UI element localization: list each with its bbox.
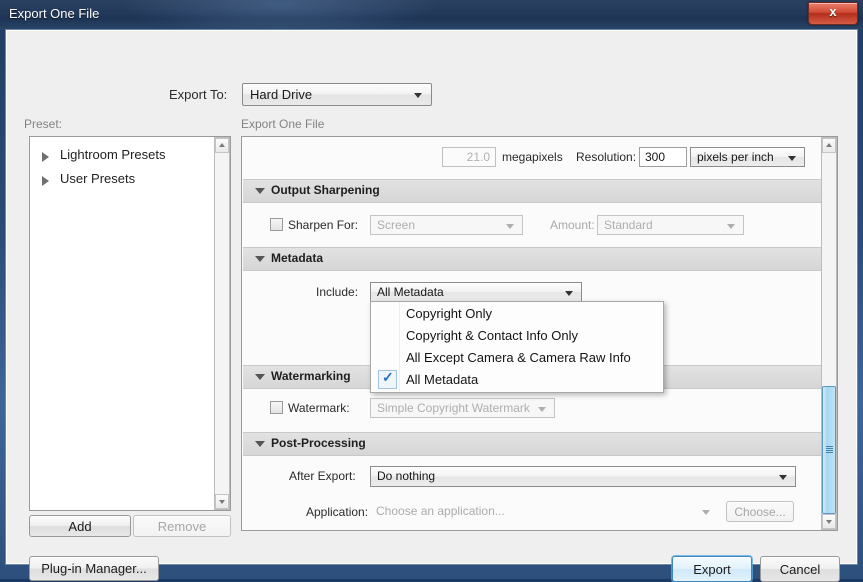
preset-scrollbar[interactable]: [214, 137, 230, 510]
cancel-button[interactable]: Cancel: [760, 556, 840, 582]
chevron-down-icon: [565, 291, 573, 296]
menu-item-all-except-camera-raw[interactable]: All Except Camera & Camera Raw Info: [372, 347, 664, 369]
scroll-up-button[interactable]: [215, 138, 229, 153]
triangle-down-icon: [255, 441, 265, 447]
sharpen-for-label: Sharpen For:: [288, 218, 358, 232]
watermark-label: Watermark:: [288, 401, 350, 415]
sharpen-for-checkbox[interactable]: [270, 218, 283, 231]
remove-preset-button: Remove: [133, 515, 231, 537]
triangle-down-icon: [255, 374, 265, 380]
application-value: Choose an application...: [376, 504, 505, 518]
close-icon: x: [809, 4, 857, 19]
include-label: Include:: [316, 285, 358, 299]
section-title: Watermarking: [271, 369, 351, 383]
triangle-down-icon: [826, 520, 832, 524]
section-title: Metadata: [271, 251, 323, 265]
amount-value: Standard: [604, 218, 653, 232]
scroll-down-button[interactable]: [822, 514, 836, 529]
menu-item-all-metadata[interactable]: All Metadata: [372, 369, 664, 391]
grip-icon: [826, 446, 833, 454]
amount-dropdown: Standard: [597, 215, 744, 235]
window-title: Export One File: [9, 6, 99, 21]
chevron-down-icon: [506, 224, 514, 229]
menu-item-copyright-contact-info-only[interactable]: Copyright & Contact Info Only: [372, 325, 664, 347]
chevron-down-icon: [702, 510, 710, 515]
section-header-output-sharpening[interactable]: Output Sharpening: [243, 179, 821, 203]
chevron-down-icon: [538, 407, 546, 412]
section-title: Output Sharpening: [271, 183, 380, 197]
resolution-unit-value: pixels per inch: [697, 150, 774, 164]
chevron-down-icon: [414, 93, 422, 98]
checkmark-icon: [378, 370, 397, 389]
preset-tree-item-label: User Presets: [60, 171, 135, 186]
chevron-down-icon: [788, 156, 796, 161]
metadata-include-dropdown[interactable]: All Metadata: [370, 282, 582, 302]
close-window-button[interactable]: x: [808, 2, 858, 25]
menu-item-copyright-only[interactable]: Copyright Only: [372, 303, 664, 325]
menu-item-label: Copyright & Contact Info Only: [406, 328, 578, 343]
menu-item-label: Copyright Only: [406, 306, 492, 321]
choose-application-button: Choose...: [726, 501, 794, 522]
window-titlebar: Export One File x: [0, 0, 863, 30]
watermark-dropdown: Simple Copyright Watermark: [370, 398, 555, 418]
dialog-body: Export To: Hard Drive Preset: Lightroom …: [6, 30, 857, 564]
chevron-down-icon: [727, 224, 735, 229]
sharpen-for-value: Screen: [377, 218, 415, 232]
preset-tree-panel: Lightroom Presets User Presets: [29, 136, 231, 511]
metadata-include-value: All Metadata: [377, 285, 444, 299]
triangle-up-icon: [826, 143, 832, 147]
scroll-up-button[interactable]: [822, 138, 836, 153]
watermark-value: Simple Copyright Watermark: [377, 401, 530, 415]
chevron-right-icon: [42, 176, 49, 186]
section-title: Post-Processing: [271, 436, 366, 450]
resolution-label: Resolution:: [576, 150, 636, 164]
content-scrollbar[interactable]: [821, 137, 837, 530]
export-button[interactable]: Export: [672, 556, 752, 582]
megapixels-field[interactable]: 21.0: [442, 147, 496, 167]
preset-tree-item-label: Lightroom Presets: [60, 147, 166, 162]
menu-item-label: All Except Camera & Camera Raw Info: [406, 350, 631, 365]
sharpen-for-dropdown: Screen: [370, 215, 523, 235]
chevron-down-icon: [779, 475, 787, 480]
triangle-up-icon: [219, 143, 225, 147]
resolution-unit-dropdown[interactable]: pixels per inch: [690, 147, 805, 167]
amount-label: Amount:: [550, 218, 595, 232]
triangle-down-icon: [255, 188, 265, 194]
plugin-manager-button[interactable]: Plug-in Manager...: [29, 556, 159, 581]
triangle-down-icon: [255, 256, 265, 262]
content-panel-label: Export One File: [241, 117, 324, 131]
watermark-checkbox[interactable]: [270, 401, 283, 414]
scroll-down-button[interactable]: [215, 494, 229, 509]
after-export-value: Do nothing: [377, 469, 435, 483]
application-dropdown[interactable]: Choose an application...: [370, 502, 718, 522]
export-dialog-window: Export One File x Export To: Hard Drive …: [0, 0, 863, 579]
chevron-right-icon: [42, 152, 49, 162]
resolution-field[interactable]: 300: [639, 147, 687, 167]
after-export-dropdown[interactable]: Do nothing: [370, 466, 796, 487]
section-header-post-processing[interactable]: Post-Processing: [243, 432, 821, 456]
triangle-down-icon: [219, 500, 225, 504]
metadata-include-menu[interactable]: Copyright Only Copyright & Contact Info …: [370, 301, 664, 393]
menu-item-label: All Metadata: [406, 372, 478, 387]
scrollbar-thumb[interactable]: [822, 386, 836, 514]
export-to-label: Export To:: [169, 87, 227, 102]
after-export-label: After Export:: [289, 469, 356, 483]
export-to-dropdown[interactable]: Hard Drive: [242, 83, 432, 106]
megapixels-label: megapixels: [502, 150, 563, 164]
section-header-metadata[interactable]: Metadata: [243, 247, 821, 271]
application-label: Application:: [306, 505, 368, 519]
export-to-value: Hard Drive: [250, 87, 312, 102]
add-preset-button[interactable]: Add: [29, 515, 131, 537]
preset-label: Preset:: [24, 117, 62, 131]
